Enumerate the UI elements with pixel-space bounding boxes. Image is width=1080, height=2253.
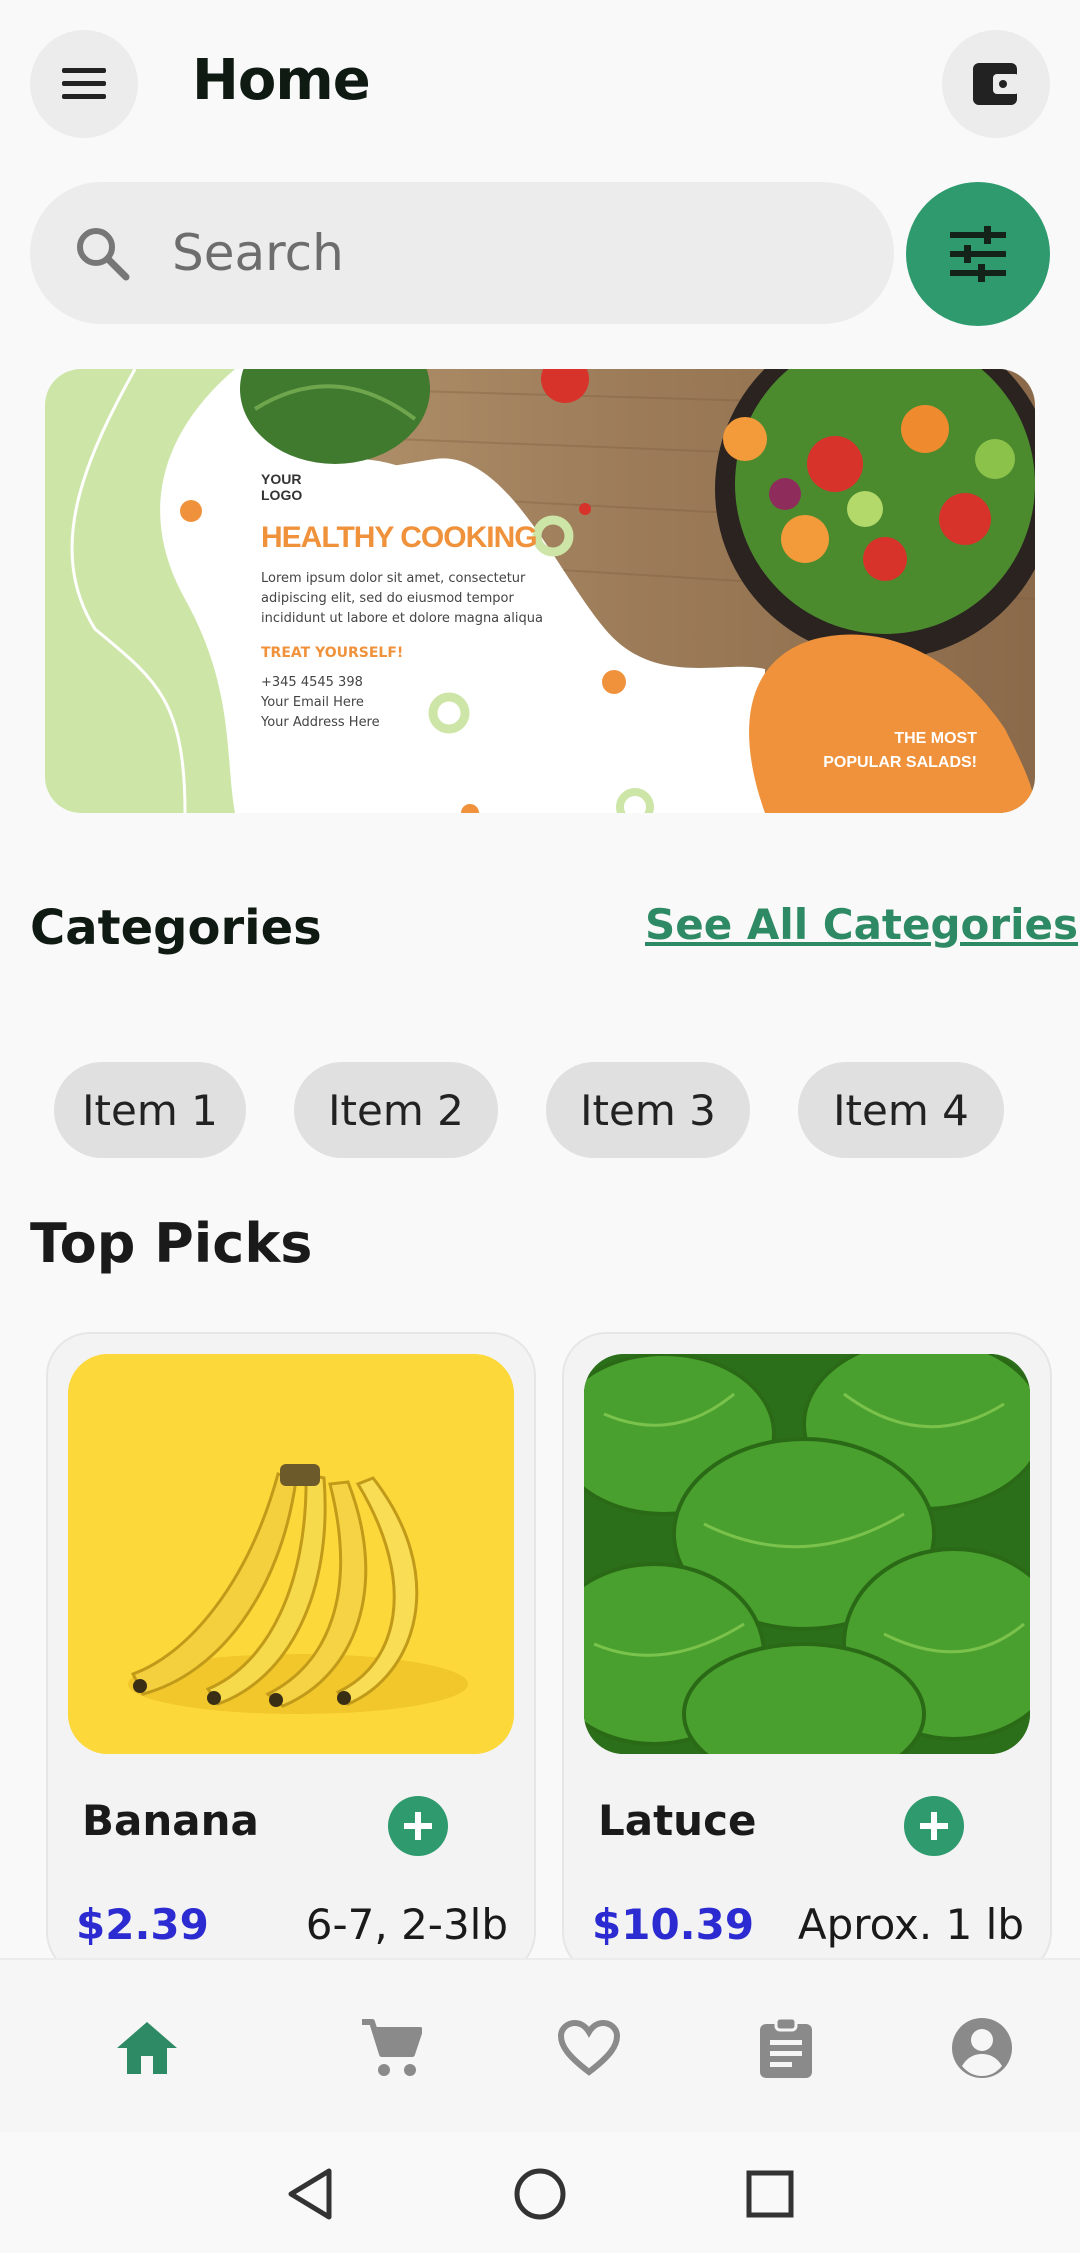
system-home-button[interactable]: [508, 2162, 572, 2226]
wallet-button[interactable]: [942, 30, 1050, 138]
product-weight: 6-7, 2-3lb: [305, 1900, 508, 1949]
product-card-lettuce[interactable]: Latuce $10.39 Aprox. 1 lb: [562, 1332, 1052, 1976]
menu-icon: [62, 68, 106, 99]
product-name: Latuce: [598, 1796, 757, 1845]
heart-icon: [558, 2020, 620, 2076]
page-title: Home: [192, 48, 371, 113]
nav-cart[interactable]: [349, 2006, 433, 2090]
banner-address: Your Address Here: [261, 715, 380, 730]
category-chip-4[interactable]: Item 4: [798, 1062, 1004, 1158]
search-icon: [77, 228, 130, 281]
product-weight: Aprox. 1 lb: [797, 1900, 1024, 1949]
product-card-banana[interactable]: Banana $2.39 6-7, 2-3lb: [46, 1332, 536, 1976]
nav-orders[interactable]: [744, 2006, 828, 2090]
banner-tagline-2: POPULAR SALADS!: [823, 754, 977, 771]
nav-favorites[interactable]: [547, 2006, 631, 2090]
system-back-button[interactable]: [278, 2162, 342, 2226]
wallet-icon: [973, 63, 1019, 105]
banner-cta: TREAT YOURSELF!: [261, 645, 404, 661]
clipboard-icon: [760, 2016, 812, 2078]
product-price: $10.39: [592, 1900, 755, 1949]
plus-icon: [404, 1812, 432, 1840]
system-recents-button[interactable]: [738, 2162, 802, 2226]
top-picks-title: Top Picks: [30, 1212, 313, 1275]
banner-tagline: THE MOST POPULAR SALADS!: [797, 727, 977, 775]
category-chip-3[interactable]: Item 3: [546, 1062, 750, 1158]
banner-body: Lorem ipsum dolor sit amet, consectetur …: [261, 571, 543, 626]
banner-phone: +345 4545 398: [261, 675, 363, 690]
categories-title: Categories: [30, 900, 322, 956]
product-price: $2.39: [76, 1900, 209, 1949]
nav-home[interactable]: [105, 2006, 189, 2090]
cart-icon: [362, 2019, 422, 2076]
banner-email: Your Email Here: [261, 695, 364, 710]
product-name: Banana: [82, 1796, 259, 1845]
menu-button[interactable]: [30, 30, 138, 138]
add-to-cart-button[interactable]: [388, 1796, 448, 1856]
tune-icon: [950, 226, 1006, 282]
nav-account[interactable]: [940, 2006, 1024, 2090]
back-icon: [288, 2168, 332, 2220]
product-image-banana: [68, 1354, 514, 1754]
product-image-lettuce: [584, 1354, 1030, 1754]
system-navigation-bar: [0, 2132, 1080, 2253]
category-chip-1[interactable]: Item 1: [54, 1062, 246, 1158]
filter-button[interactable]: [906, 182, 1050, 326]
home-icon: [117, 2022, 177, 2074]
search-bar[interactable]: [30, 182, 894, 324]
banner-headline: HEALTHY COOKING: [261, 521, 538, 554]
banner-tagline-1: THE MOST: [894, 730, 977, 747]
promo-banner[interactable]: YOUR LOGO HEALTHY COOKING Lorem ipsum do…: [45, 369, 1035, 813]
add-to-cart-button[interactable]: [904, 1796, 964, 1856]
search-input[interactable]: [170, 223, 814, 283]
see-all-categories-link[interactable]: See All Categories: [645, 900, 1078, 949]
account-icon: [952, 2018, 1012, 2078]
category-chip-2[interactable]: Item 2: [294, 1062, 498, 1158]
home-circle-icon: [514, 2168, 566, 2220]
plus-icon: [920, 1812, 948, 1840]
recents-icon: [746, 2170, 794, 2218]
banner-logo: YOUR LOGO: [261, 471, 303, 503]
bottom-navigation: [0, 1958, 1080, 2134]
